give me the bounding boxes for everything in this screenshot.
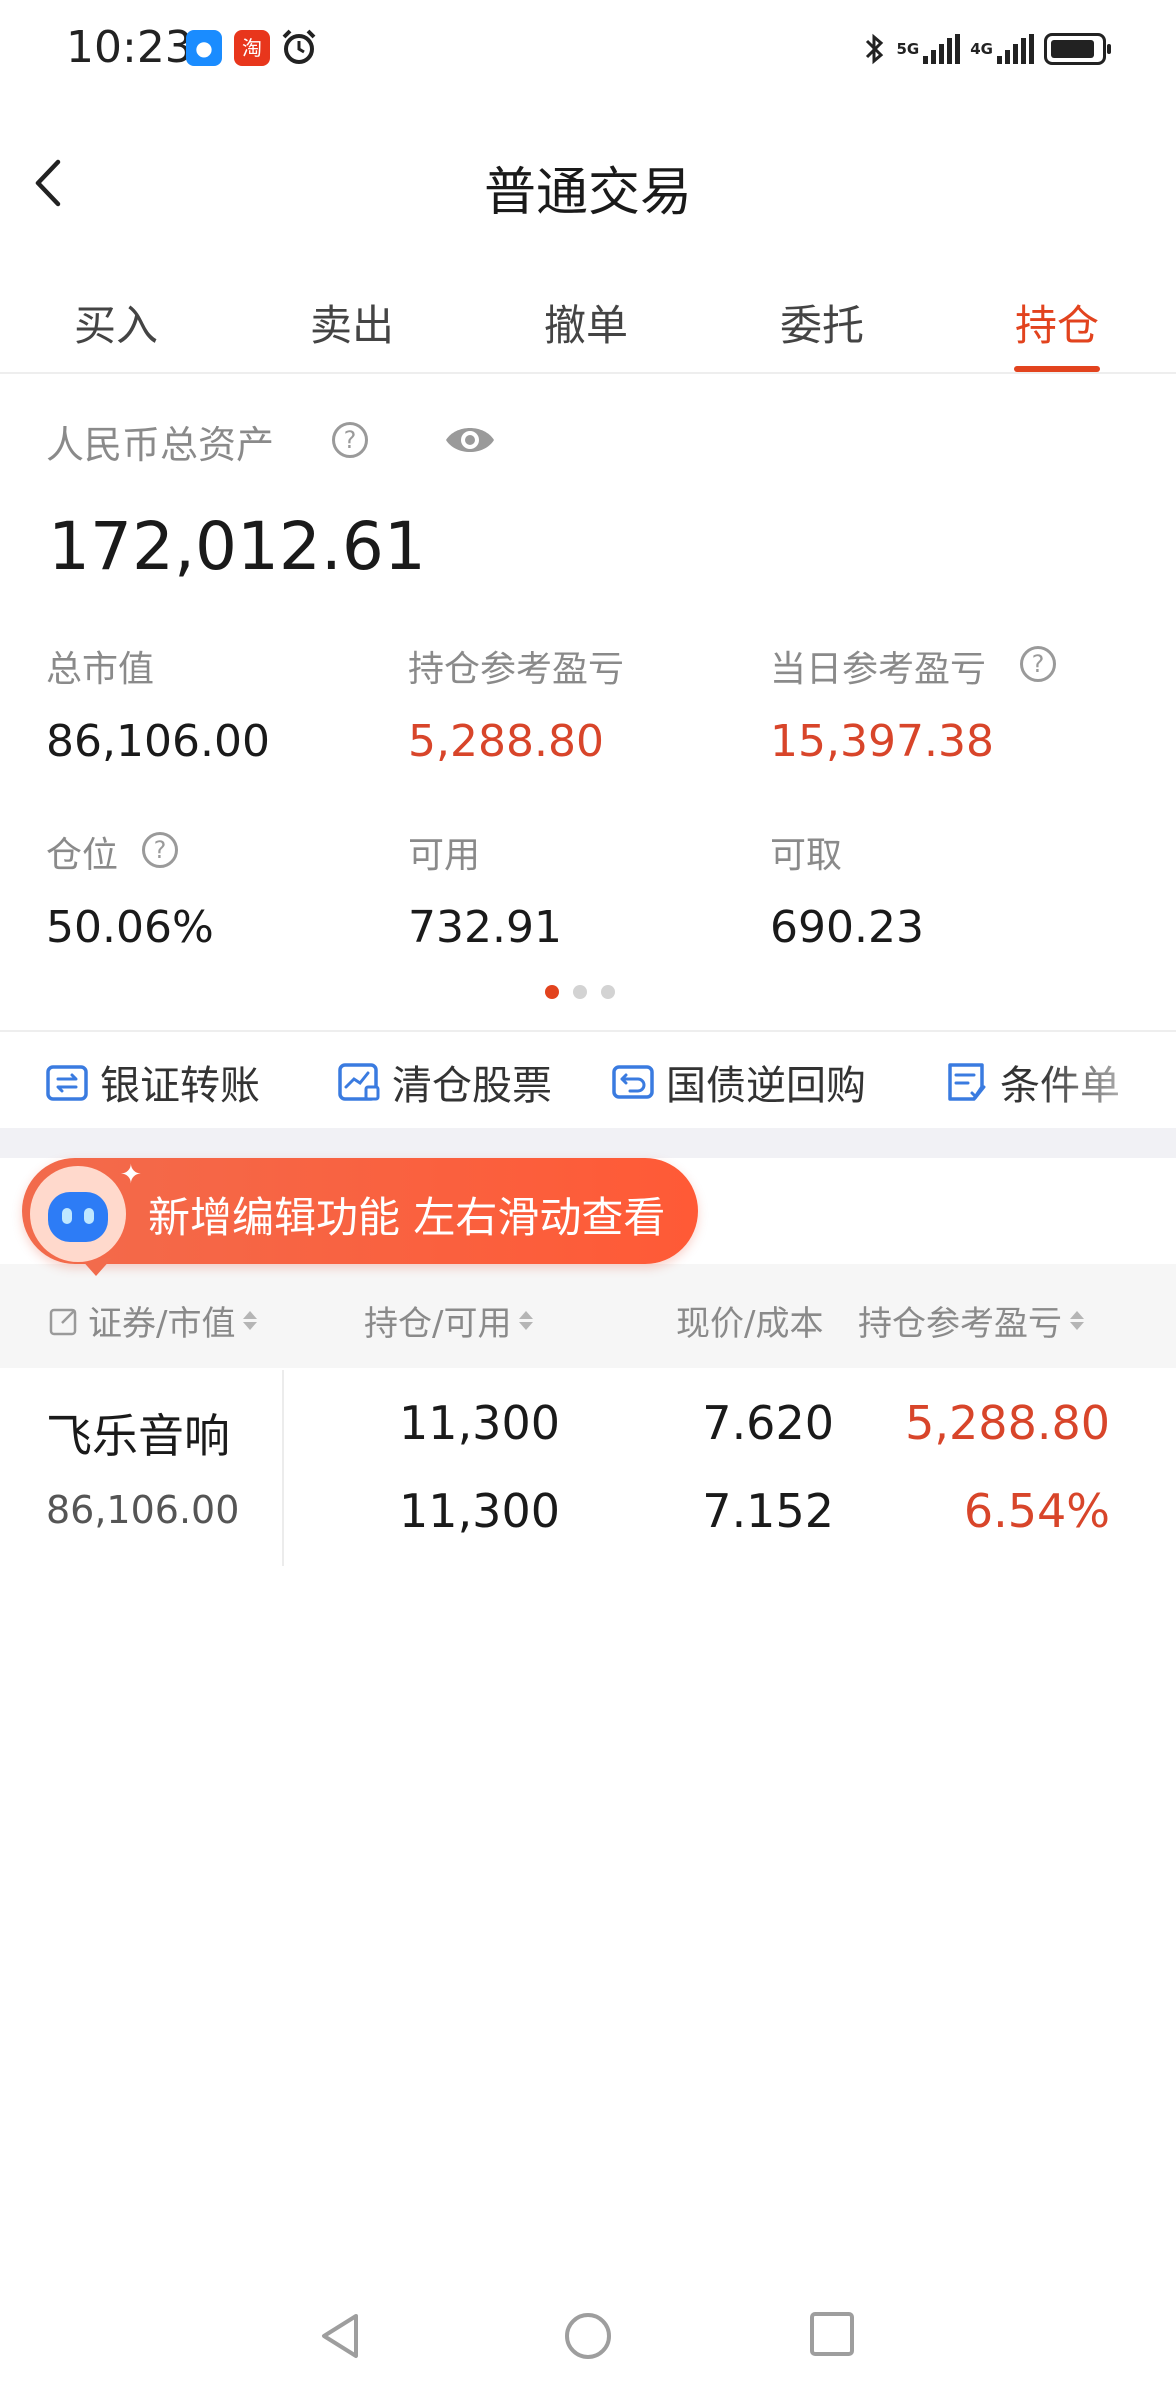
page-dot[interactable]: [573, 985, 587, 999]
stat-label-available: 可用: [408, 835, 481, 876]
clear-position-icon: [338, 1063, 380, 1101]
position-pnl-percent: 6.54%: [963, 1484, 1110, 1538]
bluetooth-icon: [865, 33, 883, 65]
tab-cancel-order[interactable]: 撤单: [506, 292, 666, 353]
taobao-app-icon: 淘: [234, 30, 270, 66]
column-header-pnl-label: 持仓参考盈亏: [858, 1304, 1062, 1344]
stat-value-daily-pnl: 15,397.38: [770, 716, 994, 767]
page-title: 普通交易: [483, 163, 692, 223]
security-name: 飞乐音响: [46, 1409, 230, 1463]
section-separator: [0, 1128, 1176, 1158]
message-app-icon: ●: [186, 30, 222, 66]
help-icon[interactable]: ?: [1020, 646, 1056, 682]
help-icon[interactable]: ?: [332, 422, 368, 458]
stat-value-position-pnl: 5,288.80: [408, 716, 604, 767]
signal-2: 4G: [970, 34, 1034, 64]
security-market-value: 86,106.00: [46, 1488, 240, 1532]
clear-position-button[interactable]: 清仓股票: [336, 1054, 552, 1110]
stat-value-available: 732.91: [408, 902, 562, 953]
nav-back-icon[interactable]: [316, 2310, 364, 2362]
page-dot-active[interactable]: [545, 985, 559, 999]
network-type-2: 4G: [970, 39, 993, 58]
reverse-repo-icon: [612, 1065, 654, 1099]
available-quantity: 11,300: [399, 1484, 560, 1538]
reverse-repo-label: 国债逆回购: [666, 1063, 866, 1109]
system-icons: 5G 4G: [861, 28, 1111, 70]
current-price: 7.620: [702, 1396, 834, 1450]
column-header-price-label: 现价/成本: [676, 1304, 824, 1344]
bank-transfer-label: 银证转账: [100, 1063, 260, 1109]
stat-label-position-pnl: 持仓参考盈亏: [408, 649, 625, 690]
network-type-1: 5G: [896, 39, 920, 58]
promo-text: 新增编辑功能 左右滑动查看: [148, 1193, 666, 1242]
signal-bars-icon: [997, 34, 1034, 64]
sparkle-icon: ✦: [120, 1160, 142, 1190]
total-assets-value: 172,012.61: [48, 508, 426, 585]
signal-bars-icon: [923, 34, 961, 64]
sort-icon[interactable]: [243, 1311, 258, 1330]
position-quantity: 11,300: [399, 1396, 560, 1450]
tabs-divider: [0, 372, 1176, 374]
column-header-pnl[interactable]: 持仓参考盈亏: [858, 1296, 1084, 1345]
position-pnl: 5,288.80: [905, 1396, 1110, 1450]
total-assets-label: 人民币总资产: [46, 423, 275, 467]
column-header-security[interactable]: 证券/市值: [48, 1296, 258, 1345]
stat-value-market-value: 86,106.00: [46, 716, 270, 767]
clear-position-label: 清仓股票: [392, 1063, 552, 1109]
eye-icon[interactable]: [444, 418, 496, 462]
status-time: 10:23: [66, 22, 193, 73]
battery-level: [1051, 40, 1094, 58]
battery-icon: [1044, 33, 1111, 65]
nav-home-icon[interactable]: [562, 2310, 614, 2362]
stat-value-withdrawable: 690.23: [770, 902, 924, 953]
tab-sell[interactable]: 卖出: [272, 292, 432, 353]
sort-icon[interactable]: [519, 1311, 534, 1330]
stat-label-withdrawable: 可取: [770, 835, 843, 876]
reverse-repo-button[interactable]: 国债逆回购: [610, 1054, 866, 1110]
stat-label-daily-pnl: 当日参考盈亏: [770, 649, 987, 690]
assets-divider: [0, 1030, 1176, 1032]
tab-positions[interactable]: 持仓: [977, 292, 1137, 353]
sort-icon[interactable]: [1070, 1311, 1084, 1330]
nav-recents-icon[interactable]: [808, 2310, 856, 2358]
column-header-security-label: 证券/市值: [88, 1304, 236, 1344]
column-header-position-label: 持仓/可用: [364, 1304, 512, 1344]
stat-value-position-ratio: 50.06%: [46, 902, 214, 953]
robot-mascot-icon: [30, 1166, 126, 1262]
alarm-icon: [282, 29, 316, 64]
stat-label-market-value: 总市值: [46, 649, 155, 690]
column-header-price[interactable]: 现价/成本: [676, 1296, 823, 1345]
cost-price: 7.152: [702, 1484, 834, 1538]
column-divider: [282, 1370, 284, 1566]
page-dot[interactable]: [601, 985, 615, 999]
edit-icon[interactable]: [48, 1305, 80, 1337]
column-header-position[interactable]: 持仓/可用: [364, 1296, 534, 1345]
bank-transfer-button[interactable]: 银证转账: [44, 1054, 260, 1110]
tab-buy[interactable]: 买入: [36, 292, 196, 353]
scroll-fade: [1040, 1040, 1176, 1120]
conditional-order-icon: [948, 1063, 986, 1101]
help-icon[interactable]: ?: [142, 832, 178, 868]
bank-transfer-icon: [46, 1065, 88, 1101]
status-bar: 10:23 ● 淘 5G 4G: [0, 0, 1176, 100]
stat-label-position-ratio: 仓位: [46, 835, 119, 876]
tab-orders[interactable]: 委托: [742, 292, 902, 353]
signal-1: 5G: [897, 34, 961, 64]
